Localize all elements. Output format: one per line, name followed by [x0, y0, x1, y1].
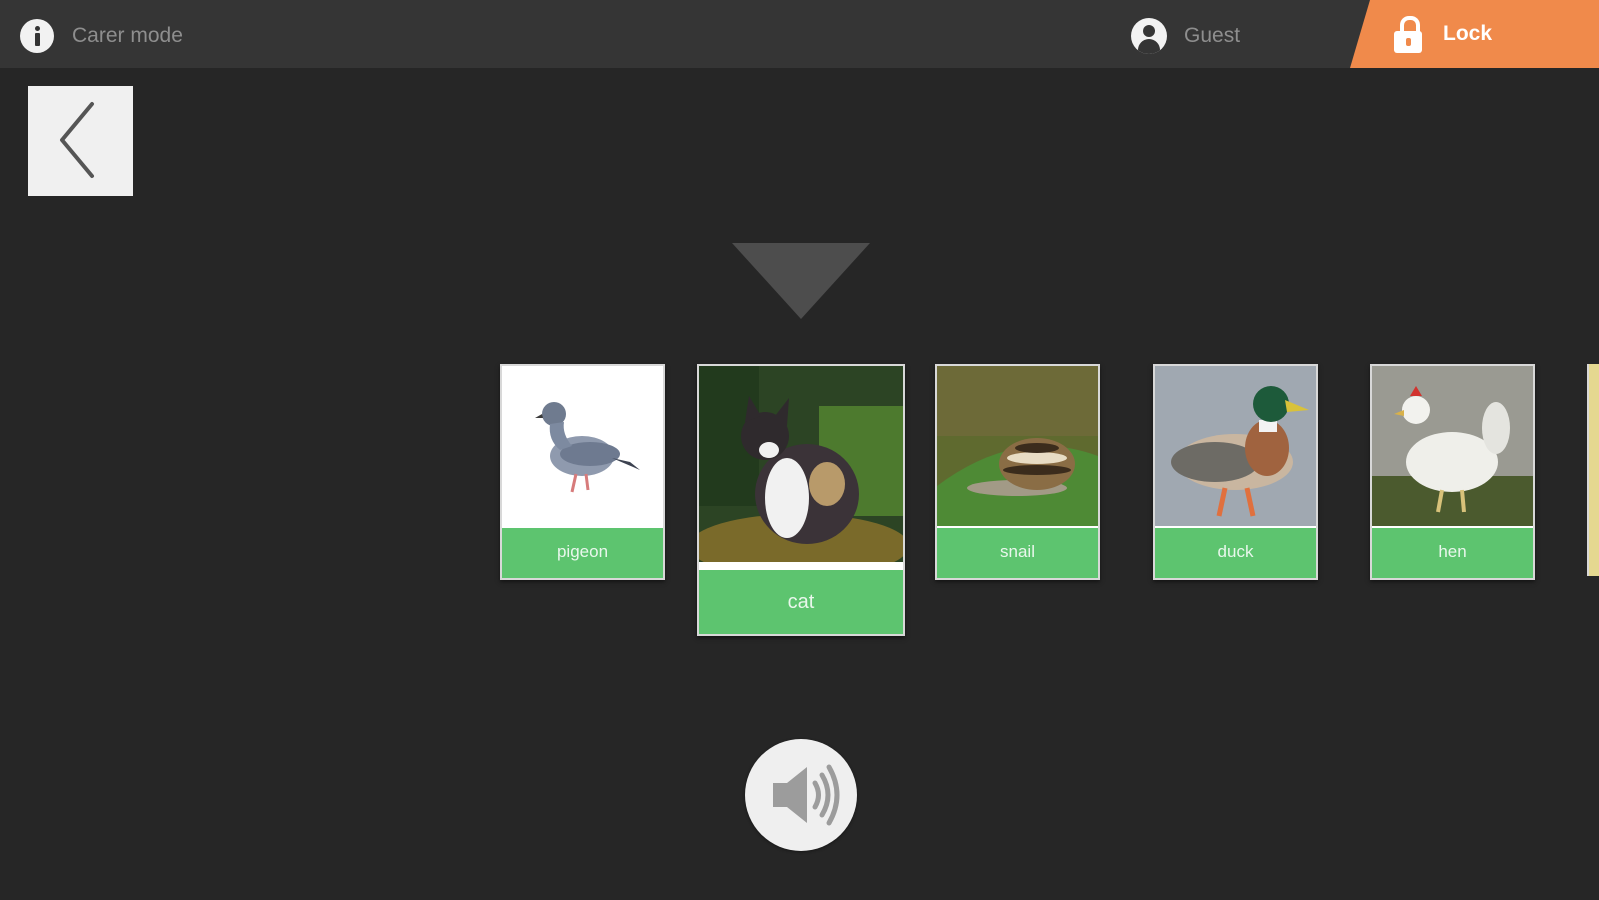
card-pigeon[interactable]: pigeon: [500, 364, 665, 580]
pigeon-photo: [502, 366, 663, 526]
chevron-left-icon: [60, 102, 94, 178]
card-label: hen: [1372, 528, 1533, 578]
lock-button[interactable]: Lock: [1350, 0, 1599, 68]
card-next-partial[interactable]: [1587, 364, 1599, 576]
top-bar: Carer mode Guest Lock: [0, 0, 1599, 68]
card-hen[interactable]: hen: [1370, 364, 1535, 580]
info-icon: [20, 19, 54, 53]
card-label: cat: [699, 570, 903, 634]
user-profile[interactable]: Guest: [1131, 18, 1240, 54]
back-button[interactable]: [28, 86, 133, 196]
lock-label: Lock: [1443, 22, 1493, 45]
selection-pointer-icon: [732, 243, 870, 319]
hen-photo: [1372, 366, 1533, 526]
duck-photo: [1155, 366, 1316, 526]
play-sound-button[interactable]: [745, 739, 857, 851]
card-cat[interactable]: cat: [697, 364, 905, 636]
user-name: Guest: [1184, 24, 1241, 47]
card-snail[interactable]: snail: [935, 364, 1100, 580]
lock-icon: [1394, 16, 1424, 54]
snail-photo: [937, 366, 1098, 526]
carer-mode-label: Carer mode: [72, 24, 183, 47]
card-label: pigeon: [502, 528, 663, 578]
cat-photo: [699, 366, 903, 562]
speaker-icon: [773, 764, 840, 826]
card-label: snail: [937, 528, 1098, 578]
card-duck[interactable]: duck: [1153, 364, 1318, 580]
card-label: duck: [1155, 528, 1316, 578]
carer-mode-button[interactable]: Carer mode: [20, 18, 183, 54]
user-icon: [1131, 18, 1167, 54]
